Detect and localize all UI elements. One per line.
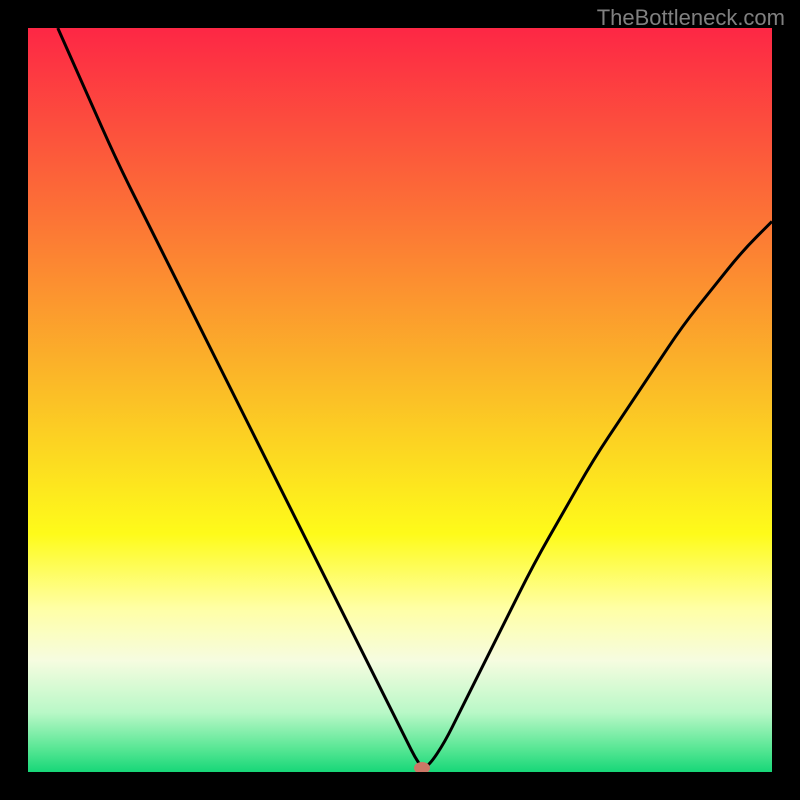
optimal-point-marker bbox=[414, 762, 430, 774]
bottleneck-curve bbox=[28, 28, 772, 772]
watermark-text: TheBottleneck.com bbox=[597, 5, 785, 31]
plot-area bbox=[28, 28, 772, 772]
